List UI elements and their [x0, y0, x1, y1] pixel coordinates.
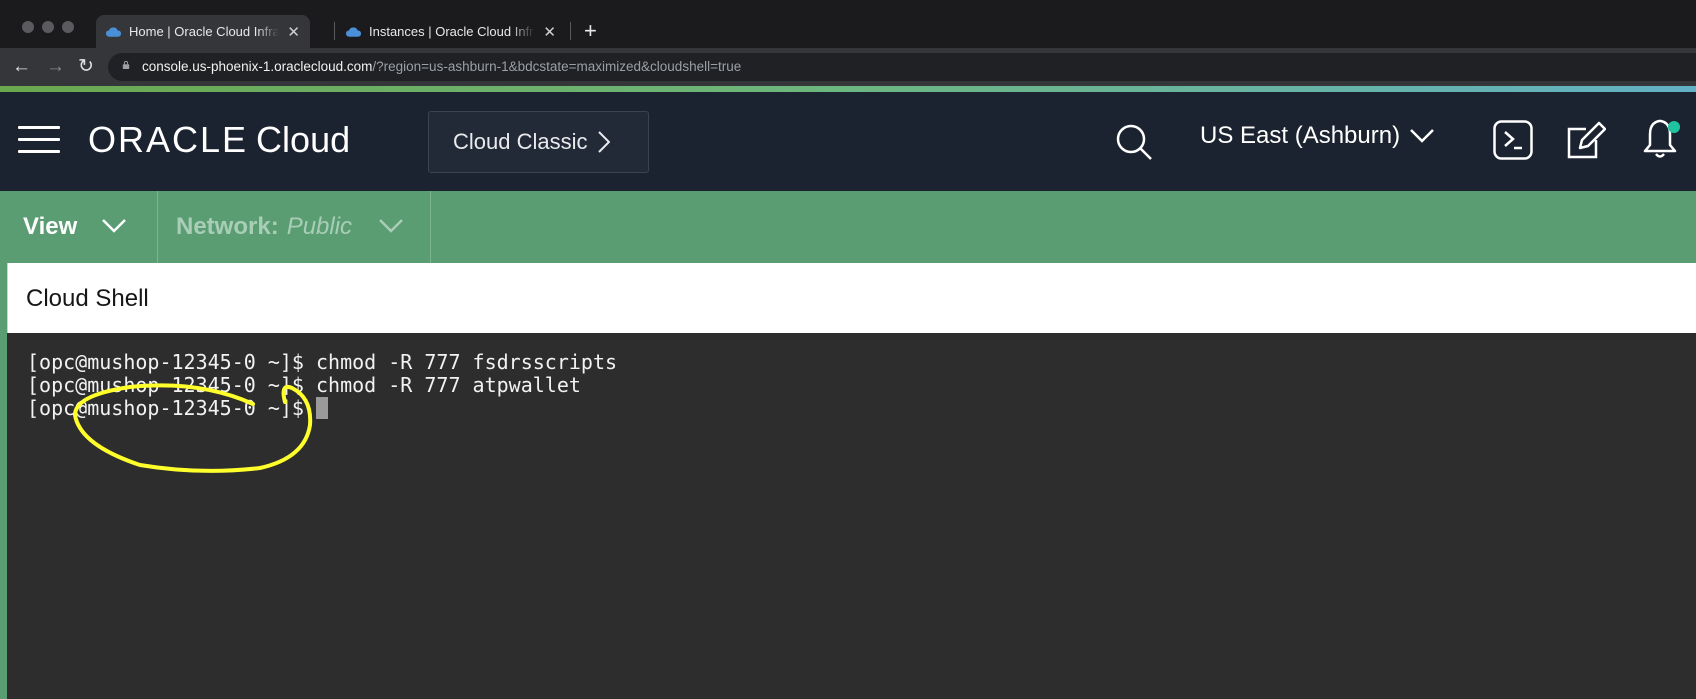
oracle-cloud-favicon-icon: [346, 26, 361, 37]
lock-icon: [122, 61, 130, 69]
cloud-shell-title: Cloud Shell: [26, 285, 149, 312]
terminal-line: [opc@mushop-12345-0 ~]$: [27, 396, 328, 421]
terminal-prompt: [opc@mushop-12345-0 ~]$: [27, 396, 304, 420]
close-icon[interactable]: ✕: [543, 23, 556, 41]
browser-toolbar: ← → ↻ console.us-phoenix-1.oraclecloud.c…: [0, 48, 1696, 86]
browser-tab-strip: Home | Oracle Cloud Infrastructure ✕ Ins…: [0, 0, 1696, 48]
region-selector[interactable]: US East (Ashburn): [1200, 122, 1434, 150]
url-host: console.us-phoenix-1.oraclecloud.com: [142, 59, 373, 74]
terminal-cursor: [316, 397, 328, 419]
notification-dot: [1668, 121, 1680, 133]
chevron-down-icon: [379, 219, 403, 233]
console-header: ORACLE Cloud Cloud Classic US East (Ashbu…: [0, 92, 1696, 191]
notifications-bell-icon[interactable]: [1640, 118, 1684, 160]
context-bar: View Network: Public: [0, 191, 1696, 263]
browser-tab-instances[interactable]: Instances | Oracle Cloud Infrastructure …: [336, 15, 566, 48]
terminal-prompt: [opc@mushop-12345-0 ~]$: [27, 350, 304, 374]
network-value: Public: [286, 213, 353, 240]
cloud-classic-label: Cloud Classic: [453, 129, 588, 154]
cloud-shell-titlebar: Cloud Shell: [7, 263, 1696, 333]
search-icon[interactable]: [1114, 122, 1154, 162]
region-label: US East (Ashburn): [1200, 122, 1401, 149]
network-label: Network:: [176, 213, 279, 240]
window-close-button[interactable]: [22, 21, 34, 33]
view-menu[interactable]: View: [0, 191, 158, 263]
logo-oracle-text: ORACLE: [88, 119, 249, 160]
edit-icon[interactable]: [1566, 120, 1606, 160]
back-arrow-icon[interactable]: ←: [12, 54, 31, 80]
terminal[interactable]: [opc@mushop-12345-0 ~]$ chmod -R 777 fsd…: [7, 333, 1696, 699]
terminal-command: chmod -R 777 atpwallet: [303, 373, 581, 397]
logo-cloud-text: Cloud: [256, 119, 351, 160]
hamburger-menu-icon[interactable]: [18, 126, 60, 154]
cloud-shell-icon[interactable]: [1493, 120, 1533, 160]
terminal-line: [opc@mushop-12345-0 ~]$ chmod -R 777 atp…: [27, 373, 581, 398]
url-path: /?region=us-ashburn-1&bdcstate=maximized…: [372, 59, 742, 74]
url-text: console.us-phoenix-1.oraclecloud.com/?re…: [142, 58, 741, 76]
forward-arrow-icon[interactable]: →: [46, 54, 65, 80]
reload-icon[interactable]: ↻: [78, 54, 94, 80]
oracle-cloud-logo[interactable]: ORACLE Cloud: [88, 119, 350, 161]
view-label: View: [23, 213, 78, 240]
oracle-cloud-favicon-icon: [106, 26, 121, 37]
page-left-edge: [0, 263, 7, 699]
chevron-down-icon: [1410, 129, 1434, 143]
cloud-classic-button[interactable]: Cloud Classic: [428, 111, 649, 173]
chevron-right-icon: [597, 131, 610, 153]
window-minimize-button[interactable]: [42, 21, 54, 33]
tab-divider: [570, 22, 571, 40]
tab-title: Home | Oracle Cloud Infrastructure: [129, 24, 280, 39]
terminal-command: chmod -R 777 fsdrsscripts: [303, 350, 618, 374]
network-menu[interactable]: Network: Public: [159, 191, 431, 263]
terminal-prompt: [opc@mushop-12345-0 ~]$: [27, 373, 304, 397]
browser-tab-home[interactable]: Home | Oracle Cloud Infrastructure ✕: [96, 15, 310, 48]
terminal-line: [opc@mushop-12345-0 ~]$ chmod -R 777 fsd…: [27, 350, 617, 375]
chevron-down-icon: [102, 219, 126, 233]
close-icon[interactable]: ✕: [287, 23, 300, 41]
window-zoom-button[interactable]: [62, 21, 74, 33]
tab-title: Instances | Oracle Cloud Infrastructure: [369, 24, 535, 39]
address-bar[interactable]: console.us-phoenix-1.oraclecloud.com/?re…: [108, 53, 1696, 81]
tab-divider: [334, 22, 335, 40]
new-tab-button[interactable]: +: [584, 16, 597, 46]
